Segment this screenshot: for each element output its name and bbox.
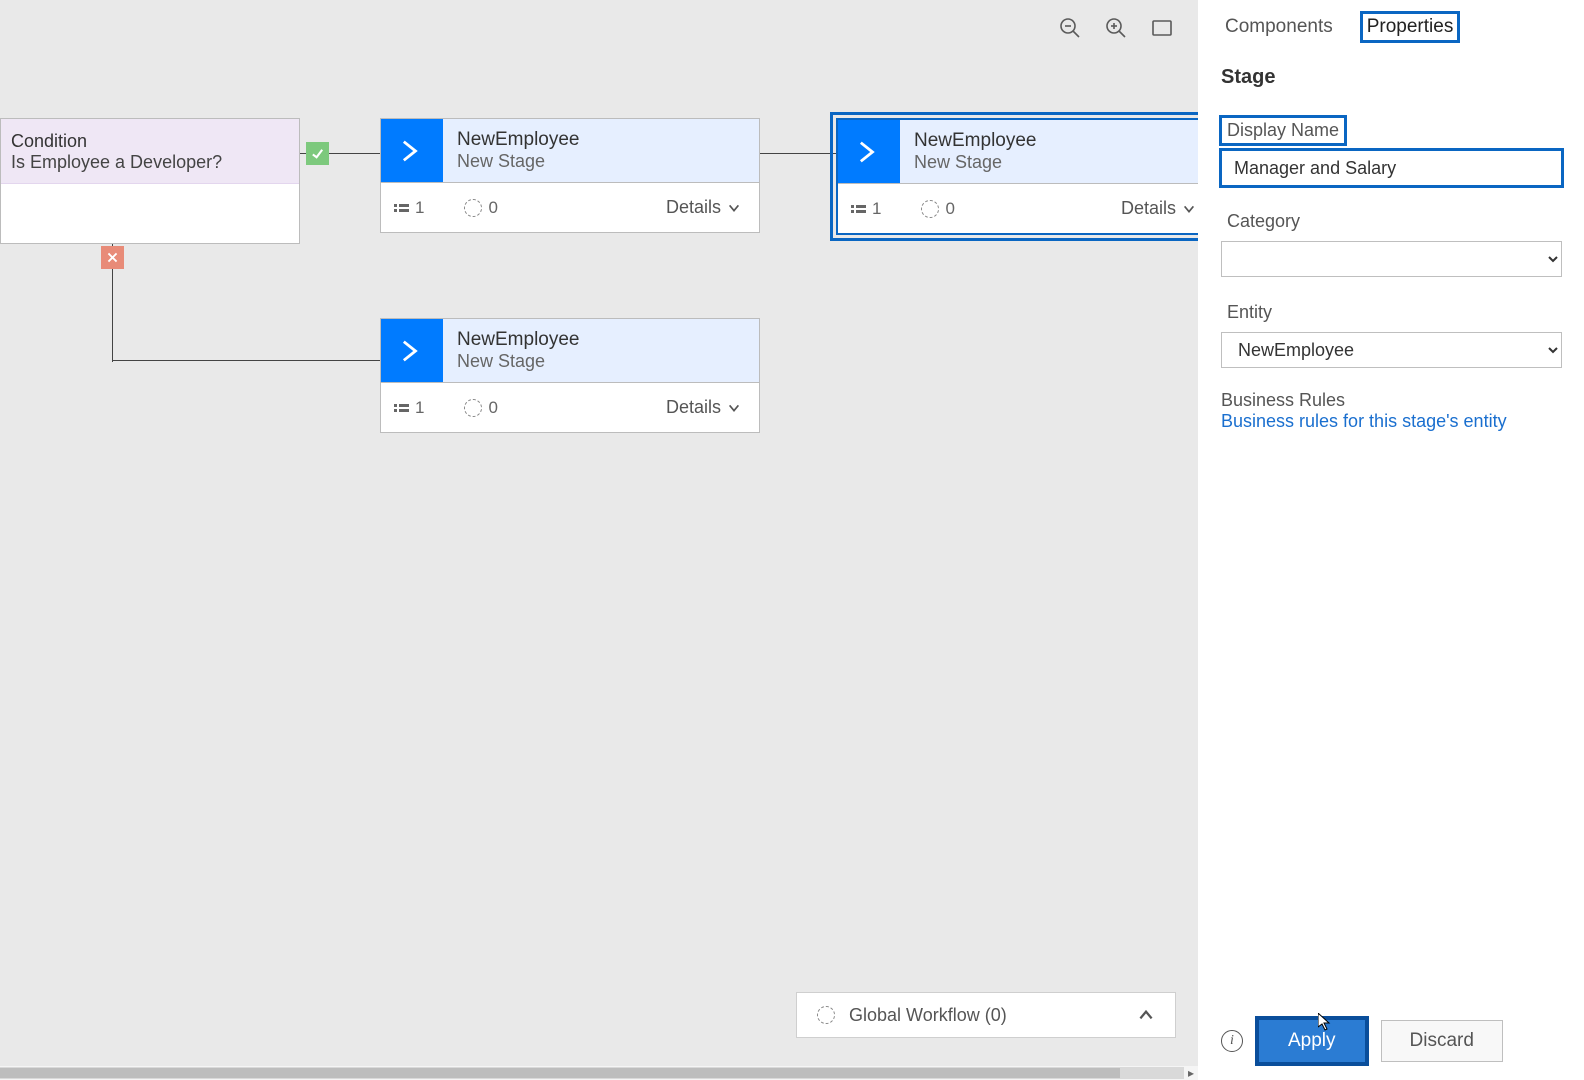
triggers-icon [921,200,939,218]
discard-button[interactable]: Discard [1381,1020,1503,1062]
tab-components[interactable]: Components [1221,14,1337,40]
entity-select[interactable]: NewEmployee [1221,332,1562,368]
steps-count: 1 [415,198,424,218]
triggers-count: 0 [488,398,497,418]
steps-icon [399,204,409,212]
properties-panel: Components Properties Stage Display Name… [1198,0,1584,1080]
display-name-input[interactable] [1221,150,1562,186]
stage-node[interactable]: NewEmployee New Stage 1 0 Details [380,118,760,233]
stage-name: New Stage [457,151,580,172]
category-label: Category [1221,208,1306,235]
global-workflow-label: Global Workflow (0) [849,1005,1007,1026]
steps-icon [399,404,409,412]
chevron-up-icon [1137,1006,1155,1024]
stage-icon [838,120,900,183]
steps-count: 1 [415,398,424,418]
scroll-right-arrow[interactable]: ▸ [1184,1066,1198,1080]
global-workflow-bar[interactable]: Global Workflow (0) [796,992,1176,1038]
details-toggle[interactable]: Details [666,197,741,218]
stage-node[interactable]: NewEmployee New Stage 1 0 Details [380,318,760,433]
stage-node-selected[interactable]: NewEmployee New Stage 1 0 Details [836,118,1198,235]
entity-label: Entity [1221,299,1278,326]
info-icon[interactable]: i [1221,1030,1243,1052]
designer-canvas[interactable]: Condition Is Employee a Developer? NewEm… [0,0,1198,1080]
business-rules-label: Business Rules [1221,390,1562,411]
steps-count: 1 [872,199,881,219]
steps-icon [856,205,866,213]
false-branch-icon [101,246,124,269]
apply-button[interactable]: Apply [1259,1020,1365,1062]
stage-icon [381,319,443,382]
stage-name: New Stage [457,351,580,372]
horizontal-scrollbar[interactable]: ▸ [0,1066,1198,1080]
triggers-icon [464,199,482,217]
stage-entity: NewEmployee [457,129,580,151]
stage-icon [381,119,443,182]
canvas-content: Condition Is Employee a Developer? NewEm… [0,0,1198,1080]
triggers-count: 0 [488,198,497,218]
tab-properties[interactable]: Properties [1363,14,1458,40]
triggers-icon [464,399,482,417]
cursor-icon [1318,1013,1332,1031]
display-name-label: Display Name [1221,117,1345,144]
workflow-icon [817,1006,835,1024]
panel-title: Stage [1221,66,1562,89]
condition-name: Is Employee a Developer? [11,152,283,173]
details-toggle[interactable]: Details [1121,198,1196,219]
details-toggle[interactable]: Details [666,397,741,418]
stage-entity: NewEmployee [457,329,580,351]
condition-type-label: Condition [11,131,283,152]
connector-false-h [112,360,380,361]
triggers-count: 0 [945,199,954,219]
stage-name: New Stage [914,152,1037,173]
chevron-down-icon [1182,202,1196,216]
chevron-down-icon [727,201,741,215]
business-rules-link[interactable]: Business rules for this stage's entity [1221,411,1507,431]
chevron-down-icon [727,401,741,415]
category-select[interactable] [1221,241,1562,277]
true-branch-icon [306,142,329,165]
condition-node[interactable]: Condition Is Employee a Developer? [0,118,300,244]
stage-entity: NewEmployee [914,130,1037,152]
connector-seq [758,153,836,154]
